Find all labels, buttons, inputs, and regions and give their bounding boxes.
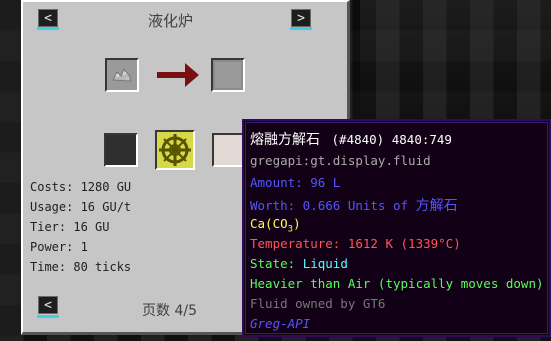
density-text: Heavier than Air (typically moves down) (250, 276, 544, 291)
fluid-id: (#4840) 4840:749 (331, 132, 452, 147)
state-label: State: (250, 256, 303, 271)
output-item-slot[interactable] (211, 58, 245, 92)
worth-text: Worth: 0.666 Units of (250, 198, 416, 213)
fluid-output-slot[interactable] (212, 133, 246, 167)
machine-icon-slot[interactable] (155, 130, 195, 170)
fluid-tooltip: 熔融方解石 (#4840) 4840:749 gregapi:gt.displa… (242, 119, 551, 337)
prev-page-button[interactable]: < (38, 296, 58, 314)
amount-text: Amount: 96 L (250, 175, 341, 190)
prev-recipe-button[interactable]: < (38, 9, 58, 27)
mod-name: Greg-API (250, 316, 311, 331)
dust-icon (107, 60, 137, 90)
fluid-name: 熔融方解石 (250, 132, 320, 148)
next-button-accent (290, 27, 312, 30)
world-background-highlight (360, 0, 551, 120)
tier-text: Tier: 16 GU (30, 220, 110, 234)
tooltip-title: 熔融方解石 (#4840) 4840:749 (250, 129, 452, 149)
page-title: 液化炉 (148, 12, 194, 30)
state-value: Liquid (302, 256, 348, 271)
fluid-input-slot[interactable] (104, 133, 138, 167)
state-line: State: Liquid (250, 256, 348, 271)
furnace-gear-icon (157, 132, 193, 168)
chemical-formula: Ca(CO3) (250, 216, 301, 235)
prev-page-accent (37, 315, 59, 318)
costs-text: Costs: 1280 GU (30, 180, 132, 194)
input-item-slot[interactable] (105, 58, 139, 92)
worth-line: Worth: 0.666 Units of 方解石 (250, 195, 458, 215)
owner-text: Fluid owned by GT6 (250, 296, 386, 311)
time-text: Time: 80 ticks (30, 260, 132, 274)
next-recipe-button[interactable]: > (291, 9, 311, 27)
worth-material: 方解石 (415, 198, 458, 214)
temperature-text: Temperature: 1612 K (1339°C) (250, 236, 461, 251)
registry-name: gregapi:gt.display.fluid (250, 153, 431, 168)
formula-suffix: ) (293, 216, 301, 231)
progress-arrow-icon (185, 63, 199, 87)
formula-prefix: Ca(CO (250, 216, 288, 231)
prev-button-accent (37, 27, 59, 30)
usage-text: Usage: 16 GU/t (30, 200, 132, 214)
power-text: Power: 1 (30, 240, 88, 254)
page-indicator: 页数 4/5 (142, 303, 197, 319)
empty-slot-fill (215, 62, 241, 88)
